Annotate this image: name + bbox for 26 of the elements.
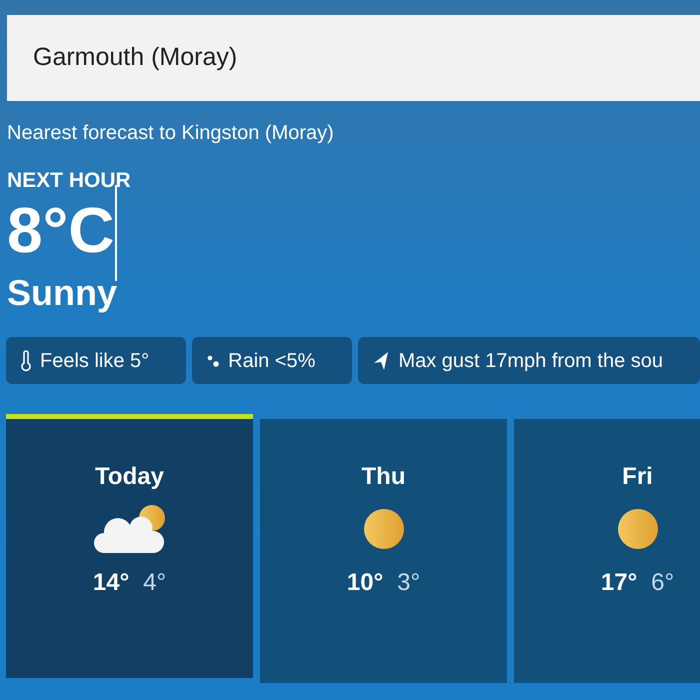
day-name: Fri: [622, 465, 653, 489]
search-field[interactable]: Garmouth (Moray): [7, 15, 700, 101]
high-temperature: 10°: [346, 571, 384, 595]
nearest-forecast-text: Nearest forecast to Kingston (Moray): [7, 121, 334, 146]
day-name: Thu: [362, 465, 406, 489]
high-temperature: 14°: [92, 571, 130, 595]
wind-direction-arrow-icon: [372, 350, 390, 370]
low-temperature: 6°: [651, 571, 674, 595]
raindrops-icon: [206, 352, 220, 368]
high-temperature: 17°: [600, 571, 638, 595]
day-forecast-card[interactable]: Thu 10° 3°: [260, 419, 507, 683]
sun-behind-cloud-icon: [94, 504, 166, 554]
chip-text: Max gust 17mph from the sou: [398, 348, 664, 374]
sun-icon: [618, 509, 658, 549]
low-temperature: 4°: [143, 571, 166, 595]
low-temperature: 3°: [397, 571, 420, 595]
day-forecast-card[interactable]: Fri 17° 6°: [514, 419, 700, 683]
condition-text: Sunny: [7, 275, 118, 311]
next-hour-label: NEXT HOUR: [7, 170, 131, 191]
temperature-text: 8°C: [7, 193, 114, 268]
sun-icon: [364, 509, 404, 549]
day-forecast-card[interactable]: Today 14° 4°: [6, 414, 253, 678]
thermometer-icon: [20, 350, 32, 372]
chip-text: Rain <5%: [228, 348, 316, 374]
chip-text: Feels like 5°: [40, 348, 150, 374]
day-name: Today: [95, 465, 164, 489]
